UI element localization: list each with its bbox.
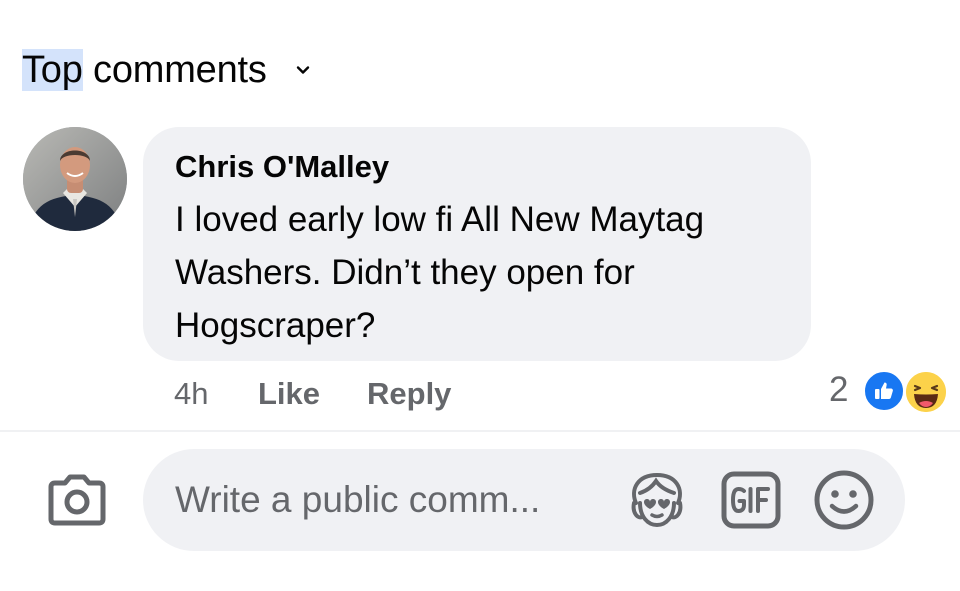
comment-input[interactable] [175, 473, 605, 527]
emoji-icon[interactable] [813, 469, 875, 531]
reply-button[interactable]: Reply [367, 372, 451, 416]
comment-timestamp[interactable]: 4h [174, 372, 208, 416]
gif-icon[interactable] [721, 471, 781, 529]
sort-label: Top comments [22, 48, 267, 92]
divider [0, 430, 960, 432]
haha-reaction-icon[interactable] [903, 369, 949, 415]
like-button[interactable]: Like [258, 372, 320, 416]
avatar[interactable] [23, 127, 127, 231]
comment-text: I loved early low fi All New Maytag Wash… [175, 200, 705, 345]
avatar-sticker-icon[interactable] [624, 469, 690, 531]
comment-composer[interactable] [143, 449, 905, 551]
like-reaction-icon[interactable] [862, 369, 906, 413]
comment-bubble[interactable]: Chris O'Malley I loved early low fi All … [143, 127, 811, 361]
chevron-down-icon[interactable] [295, 62, 311, 78]
comment-author[interactable]: Chris O'Malley [175, 149, 389, 185]
comment-sort-selector[interactable]: Top comments [22, 48, 311, 92]
sort-label-highlighted-text: Top [22, 48, 83, 91]
sort-label-text: comments [82, 48, 267, 91]
camera-icon[interactable] [45, 473, 109, 529]
reaction-count[interactable]: 2 [829, 370, 848, 410]
